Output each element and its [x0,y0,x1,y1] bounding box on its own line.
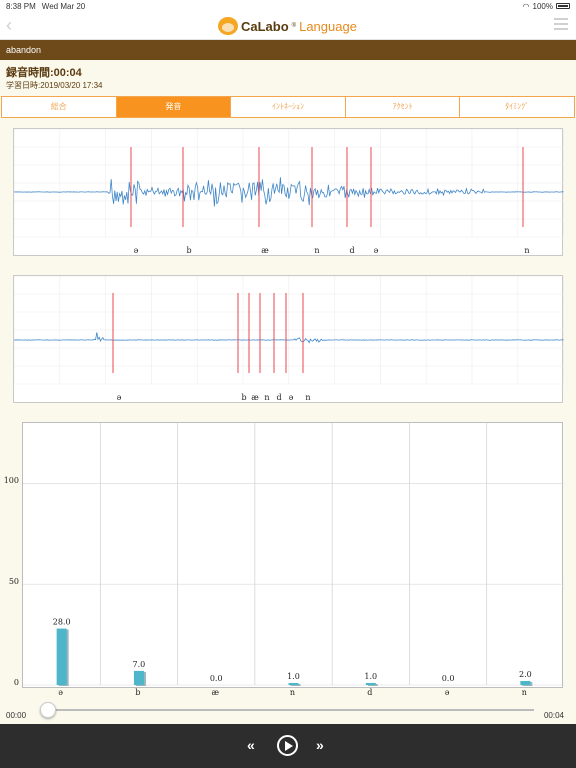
tab-accent[interactable]: ｱｸｾﾝﾄ [346,97,461,117]
y-tick-label: 50 [8,577,19,587]
battery-icon [556,3,570,9]
fast-forward-icon[interactable]: » [316,737,324,753]
study-date: 学習日時:2019/03/20 17:34 [6,81,103,90]
phoneme-label: d [276,393,282,402]
model-waveform [14,276,564,385]
x-tick-label: ə [58,688,63,697]
phoneme-label: n [264,393,270,402]
phoneme-label: b [186,246,192,255]
y-tick-label: 100 [3,476,19,486]
bar-value-label: 0.0 [210,674,223,683]
rewind-icon[interactable]: « [247,737,255,753]
tab-intonation[interactable]: ｲﾝﾄﾈｰｼｮﾝ [231,97,346,117]
word-title: abandon [0,40,576,60]
phoneme-label: ə [133,246,139,255]
status-date: Wed Mar 20 [41,1,86,11]
tab-pronunciation[interactable]: 発音 [116,97,232,117]
logo-subtext: Language [299,18,357,34]
app-logo: CaLabo ® Language [218,17,357,35]
user-waveform [14,129,564,238]
x-tick-label: ə [444,688,450,697]
x-tick-label: b [135,688,141,697]
phoneme-label: ə [373,246,379,255]
model-phoneme-labels: ə b æ n d ə n [14,393,564,405]
user-phoneme-labels: ə b æ n d ə n [14,246,564,258]
recording-time: 録音時間:00:04 [6,67,82,79]
phoneme-label: n [305,393,311,402]
model-waveform-panel: ə b æ n d ə n [13,275,564,405]
bar [365,682,376,685]
bar [288,682,299,685]
battery-percent: 100% [532,1,553,11]
y-tick-label: 0 [13,678,19,687]
status-bar: 8:38 PM Wed Mar 20 ◠ 100% [0,0,576,12]
playback-slider-row: 00:00 00:04 [0,700,576,724]
phoneme-label: n [314,246,320,255]
x-tick-label: n [289,688,296,697]
bar-value-label: 0.0 [442,674,455,683]
bar-value-label: 1.0 [364,672,377,681]
playback-thumb[interactable] [40,702,56,718]
bar [520,680,531,685]
user-waveform-panel: ə b æ n d ə n [13,128,564,258]
x-tick-label: æ [211,688,219,697]
playback-track[interactable] [48,709,534,711]
logo-registered: ® [291,23,297,29]
time-start: 00:00 [6,711,27,720]
x-tick-label: d [367,688,373,697]
play-icon[interactable] [277,735,298,756]
logo-text: CaLabo [241,18,289,34]
nav-bar: ‹ CaLabo ® Language [0,12,576,40]
pronunciation-score-chart: 28.0 7.0 0.0 1.0 1.0 0.0 2.0 [22,422,564,688]
bar-value-label: 7.0 [133,660,146,669]
player-controls: « » [0,724,576,768]
phoneme-label: æ [261,246,269,255]
bar-chart: 28.0 7.0 0.0 1.0 1.0 0.0 2.0 [23,423,564,686]
phoneme-label: b [241,393,247,402]
phoneme-label: n [524,246,530,255]
wifi-icon: ◠ [522,1,530,11]
x-tick-label: n [521,688,527,697]
bar-value-label: 28.0 [53,618,71,627]
mascot-icon [218,17,238,35]
time-end: 00:04 [543,711,564,720]
chevron-left-icon[interactable]: ‹ [6,16,12,34]
phoneme-label: ə [116,393,122,402]
phoneme-label: d [349,246,355,255]
analysis-tabs: 総合 発音 ｲﾝﾄﾈｰｼｮﾝ ｱｸｾﾝﾄ ﾀｲﾐﾝｸﾞ [1,96,575,118]
tab-timing[interactable]: ﾀｲﾐﾝｸﾞ [460,97,574,117]
bar-value-label: 2.0 [519,670,532,679]
phoneme-label: ə [288,393,294,402]
hamburger-menu-icon[interactable] [554,18,568,30]
bar-value-label: 1.0 [287,672,300,681]
status-time: 8:38 PM [6,1,36,11]
bar [133,670,144,685]
phoneme-label: æ [251,393,259,402]
bar [56,628,67,685]
tab-overall[interactable]: 総合 [2,97,117,117]
